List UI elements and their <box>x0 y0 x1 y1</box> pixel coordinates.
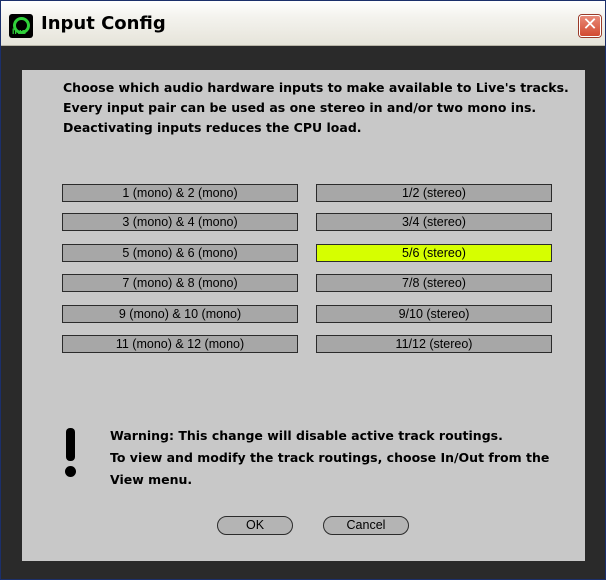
mono-input-toggle-1-2[interactable]: 1 (mono) & 2 (mono) <box>62 184 298 202</box>
window-title: Input Config <box>41 13 166 34</box>
config-panel: Choose which audio hardware inputs to ma… <box>22 70 585 561</box>
exclamation-icon <box>65 428 77 478</box>
mono-input-toggle-3-4[interactable]: 3 (mono) & 4 (mono) <box>62 213 298 231</box>
intro-line: Every input pair can be used as one ster… <box>63 100 537 115</box>
stereo-input-toggle-5-6[interactable]: 5/6 (stereo) <box>316 244 552 262</box>
warning-line: View menu. <box>110 472 193 487</box>
live-icon: live <box>9 14 33 38</box>
ok-button[interactable]: OK <box>217 516 293 535</box>
warning-text: Warning: This change will disable active… <box>110 425 549 491</box>
stereo-input-toggle-9-10[interactable]: 9/10 (stereo) <box>316 305 552 323</box>
close-icon[interactable]: ✕ <box>579 15 601 37</box>
intro-line: Deactivating inputs reduces the CPU load… <box>63 120 362 135</box>
stereo-input-toggle-3-4[interactable]: 3/4 (stereo) <box>316 213 552 231</box>
warning-line: To view and modify the track routings, c… <box>110 450 550 465</box>
mono-input-toggle-5-6[interactable]: 5 (mono) & 6 (mono) <box>62 244 298 262</box>
intro-line: Choose which audio hardware inputs to ma… <box>63 80 569 95</box>
input-config-dialog: live Input Config ✕ Choose which audio h… <box>0 0 606 580</box>
stereo-input-toggle-1-2[interactable]: 1/2 (stereo) <box>316 184 552 202</box>
live-icon-text: live <box>12 28 27 36</box>
cancel-button[interactable]: Cancel <box>323 516 409 535</box>
stereo-input-toggle-7-8[interactable]: 7/8 (stereo) <box>316 274 552 292</box>
title-bar[interactable]: live Input Config ✕ <box>1 1 605 46</box>
mono-input-toggle-9-10[interactable]: 9 (mono) & 10 (mono) <box>62 305 298 323</box>
mono-input-toggle-7-8[interactable]: 7 (mono) & 8 (mono) <box>62 274 298 292</box>
intro-text: Choose which audio hardware inputs to ma… <box>63 78 569 138</box>
stereo-input-toggle-11-12[interactable]: 11/12 (stereo) <box>316 335 552 353</box>
mono-input-toggle-11-12[interactable]: 11 (mono) & 12 (mono) <box>62 335 298 353</box>
warning-line: Warning: This change will disable active… <box>110 428 503 443</box>
